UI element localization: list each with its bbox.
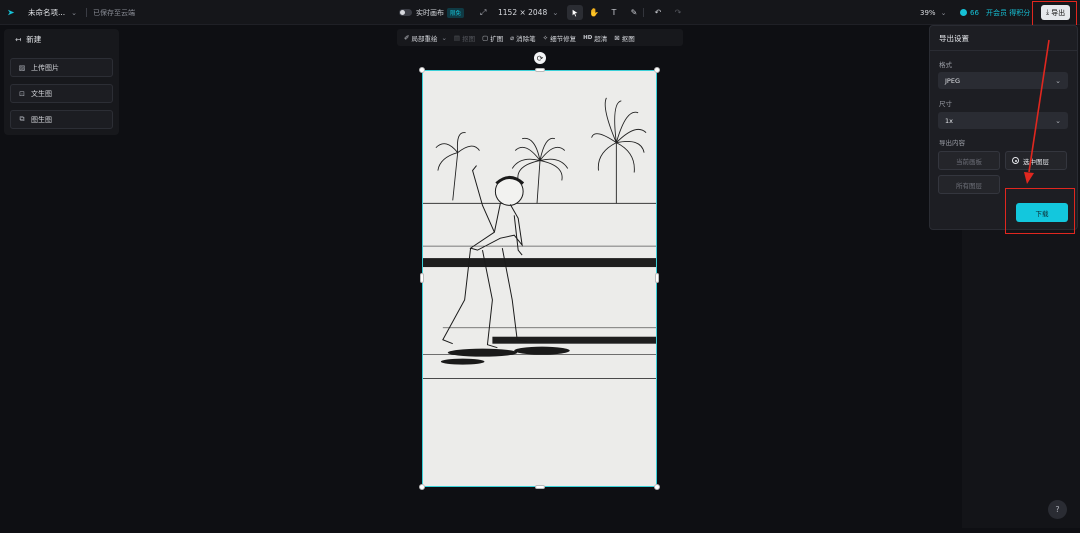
inpaint-label: 局部重绘 — [411, 34, 438, 43]
radio-selected-icon — [1012, 157, 1019, 164]
redo-icon[interactable]: ↷ — [670, 5, 686, 20]
eraser-label: 消除笔 — [516, 34, 536, 43]
option-label: 所有图层 — [956, 181, 982, 190]
chevron-down-icon: ⌄ — [441, 33, 447, 42]
cutout-icon: ▤ — [453, 33, 461, 42]
toggle-switch[interactable] — [399, 9, 412, 16]
option-selected-layer[interactable]: 选中图层 — [1005, 151, 1067, 170]
undo-icon[interactable]: ↶ — [650, 5, 666, 20]
new-label: 新建 — [26, 35, 42, 44]
select-tool-icon[interactable] — [567, 5, 583, 20]
image-to-image-button[interactable]: ⧉ 图生图 — [10, 110, 113, 129]
expand-icon: ▢ — [482, 33, 489, 42]
chevron-down-icon: ⌄ — [552, 8, 559, 17]
format-label: 格式 — [939, 61, 952, 69]
canvas-size-value: 1152 × 2048 — [498, 8, 548, 17]
text-to-image-button[interactable]: ⊡ 文生图 — [10, 84, 113, 103]
chevron-down-icon: ⌄ — [940, 8, 947, 17]
image-upload-icon: ▨ — [18, 63, 26, 72]
cutout-button[interactable]: ⊠ 抠图 — [614, 33, 634, 43]
project-name-dropdown[interactable]: 未命名项... ⌄ — [28, 0, 77, 25]
size-value: 1x — [945, 116, 953, 125]
resize-handle-left[interactable] — [420, 273, 424, 283]
sketch-illustration — [423, 71, 656, 486]
vip-link[interactable]: 开会员 得积分 — [986, 0, 1030, 25]
rotate-handle-icon[interactable]: ⟳ — [534, 52, 546, 64]
text-to-image-icon: ⊡ — [19, 89, 25, 98]
format-value: JPEG — [945, 76, 960, 85]
format-select[interactable]: JPEG ⌄ — [938, 72, 1068, 89]
expand-button[interactable]: ▢ 扩图 — [482, 33, 503, 43]
help-icon[interactable]: ? — [1048, 500, 1067, 519]
chevron-down-icon: ⌄ — [1055, 116, 1061, 125]
resize-icon[interactable]: ⤢ — [480, 0, 486, 25]
hd-button[interactable]: HD 超清 — [583, 33, 607, 43]
new-button[interactable]: ↤ 新建 — [15, 34, 41, 45]
free-badge: 限免 — [447, 7, 465, 18]
eraser-icon: ⌀ — [510, 33, 515, 42]
resize-handle-top[interactable] — [535, 68, 545, 72]
hd-label: 超清 — [594, 34, 608, 43]
resize-handle-right[interactable] — [655, 273, 659, 283]
back-arrow-icon: ↤ — [15, 35, 22, 44]
chevron-down-icon: ⌄ — [1055, 76, 1061, 85]
realtime-canvas-toggle[interactable]: 实时画布 限免 — [399, 0, 465, 25]
annotation-box-download — [1005, 188, 1075, 234]
left-panel: ↤ 新建 ▨ 上传图片 ⊡ 文生图 ⧉ 图生图 — [4, 29, 119, 135]
toolbar-divider — [643, 8, 644, 17]
cutout-label: 抠图 — [621, 34, 635, 43]
zoom-dropdown[interactable]: 39% ⌄ — [920, 0, 946, 25]
expand-label: 扩图 — [490, 34, 504, 43]
image-context-toolbar: ✐ 局部重绘 ⌄ ▤ 抠图 ▢ 扩图 ⌀ 消除笔 ✧ 细节修复 HD 超清 ⊠ … — [397, 29, 683, 46]
credits-value: 66 — [970, 8, 979, 17]
export-content-label: 导出内容 — [939, 139, 965, 147]
option-label: 选中图层 — [1023, 157, 1049, 166]
credits-icon — [960, 9, 967, 16]
chevron-down-icon: ⌄ — [71, 8, 78, 17]
detail-fix-label: 细节修复 — [550, 34, 577, 43]
size-select[interactable]: 1x ⌄ — [938, 112, 1068, 129]
saved-status: 已保存至云端 — [86, 0, 135, 25]
export-settings-title: 导出设置 — [939, 34, 969, 43]
size-label: 尺寸 — [939, 100, 952, 108]
cutout-icon: ⊠ — [614, 33, 620, 42]
realtime-canvas-label: 实时画布 — [416, 8, 444, 17]
option-current-artboard[interactable]: 当前画板 — [938, 151, 1000, 170]
resize-handle-bottom-left[interactable] — [419, 484, 425, 490]
cutout-button-disabled[interactable]: ▤ 抠图 — [454, 33, 475, 43]
top-bar: 未命名项... ⌄ 已保存至云端 实时画布 限免 ⤢ 1152 × 2048 ⌄… — [0, 0, 1080, 25]
cutout-label: 抠图 — [462, 34, 476, 43]
image-to-image-label: 图生图 — [31, 115, 52, 124]
resize-handle-top-left[interactable] — [419, 67, 425, 73]
option-label: 当前画板 — [956, 157, 982, 166]
hd-icon: HD — [583, 34, 593, 41]
brush-tool-icon[interactable]: ✎ — [626, 5, 642, 20]
resize-handle-top-right[interactable] — [654, 67, 660, 73]
detail-fix-icon: ✧ — [542, 33, 549, 42]
canvas-image[interactable] — [422, 70, 657, 487]
option-all-layers[interactable]: 所有图层 — [938, 175, 1000, 194]
app-logo-icon[interactable] — [7, 0, 17, 25]
panel-divider — [930, 50, 1077, 51]
image-to-image-icon: ⧉ — [19, 115, 25, 123]
zoom-value: 39% — [920, 8, 936, 17]
resize-handle-bottom-right[interactable] — [654, 484, 660, 490]
eraser-button[interactable]: ⌀ 消除笔 — [510, 33, 535, 43]
hand-tool-icon[interactable]: ✋ — [586, 5, 602, 20]
detail-fix-button[interactable]: ✧ 细节修复 — [543, 33, 576, 43]
canvas-size-dropdown[interactable]: 1152 × 2048 ⌄ — [498, 0, 559, 25]
text-tool-icon[interactable]: T — [606, 5, 622, 20]
upload-image-label: 上传图片 — [31, 63, 59, 72]
inpaint-icon: ✐ — [404, 33, 410, 42]
credits-display[interactable]: 66 — [960, 0, 979, 25]
project-name: 未命名项... — [28, 8, 66, 17]
inpaint-button[interactable]: ✐ 局部重绘 ⌄ — [404, 33, 447, 43]
resize-handle-bottom[interactable] — [535, 485, 545, 489]
upload-image-button[interactable]: ▨ 上传图片 — [10, 58, 113, 77]
text-to-image-label: 文生图 — [31, 89, 52, 98]
